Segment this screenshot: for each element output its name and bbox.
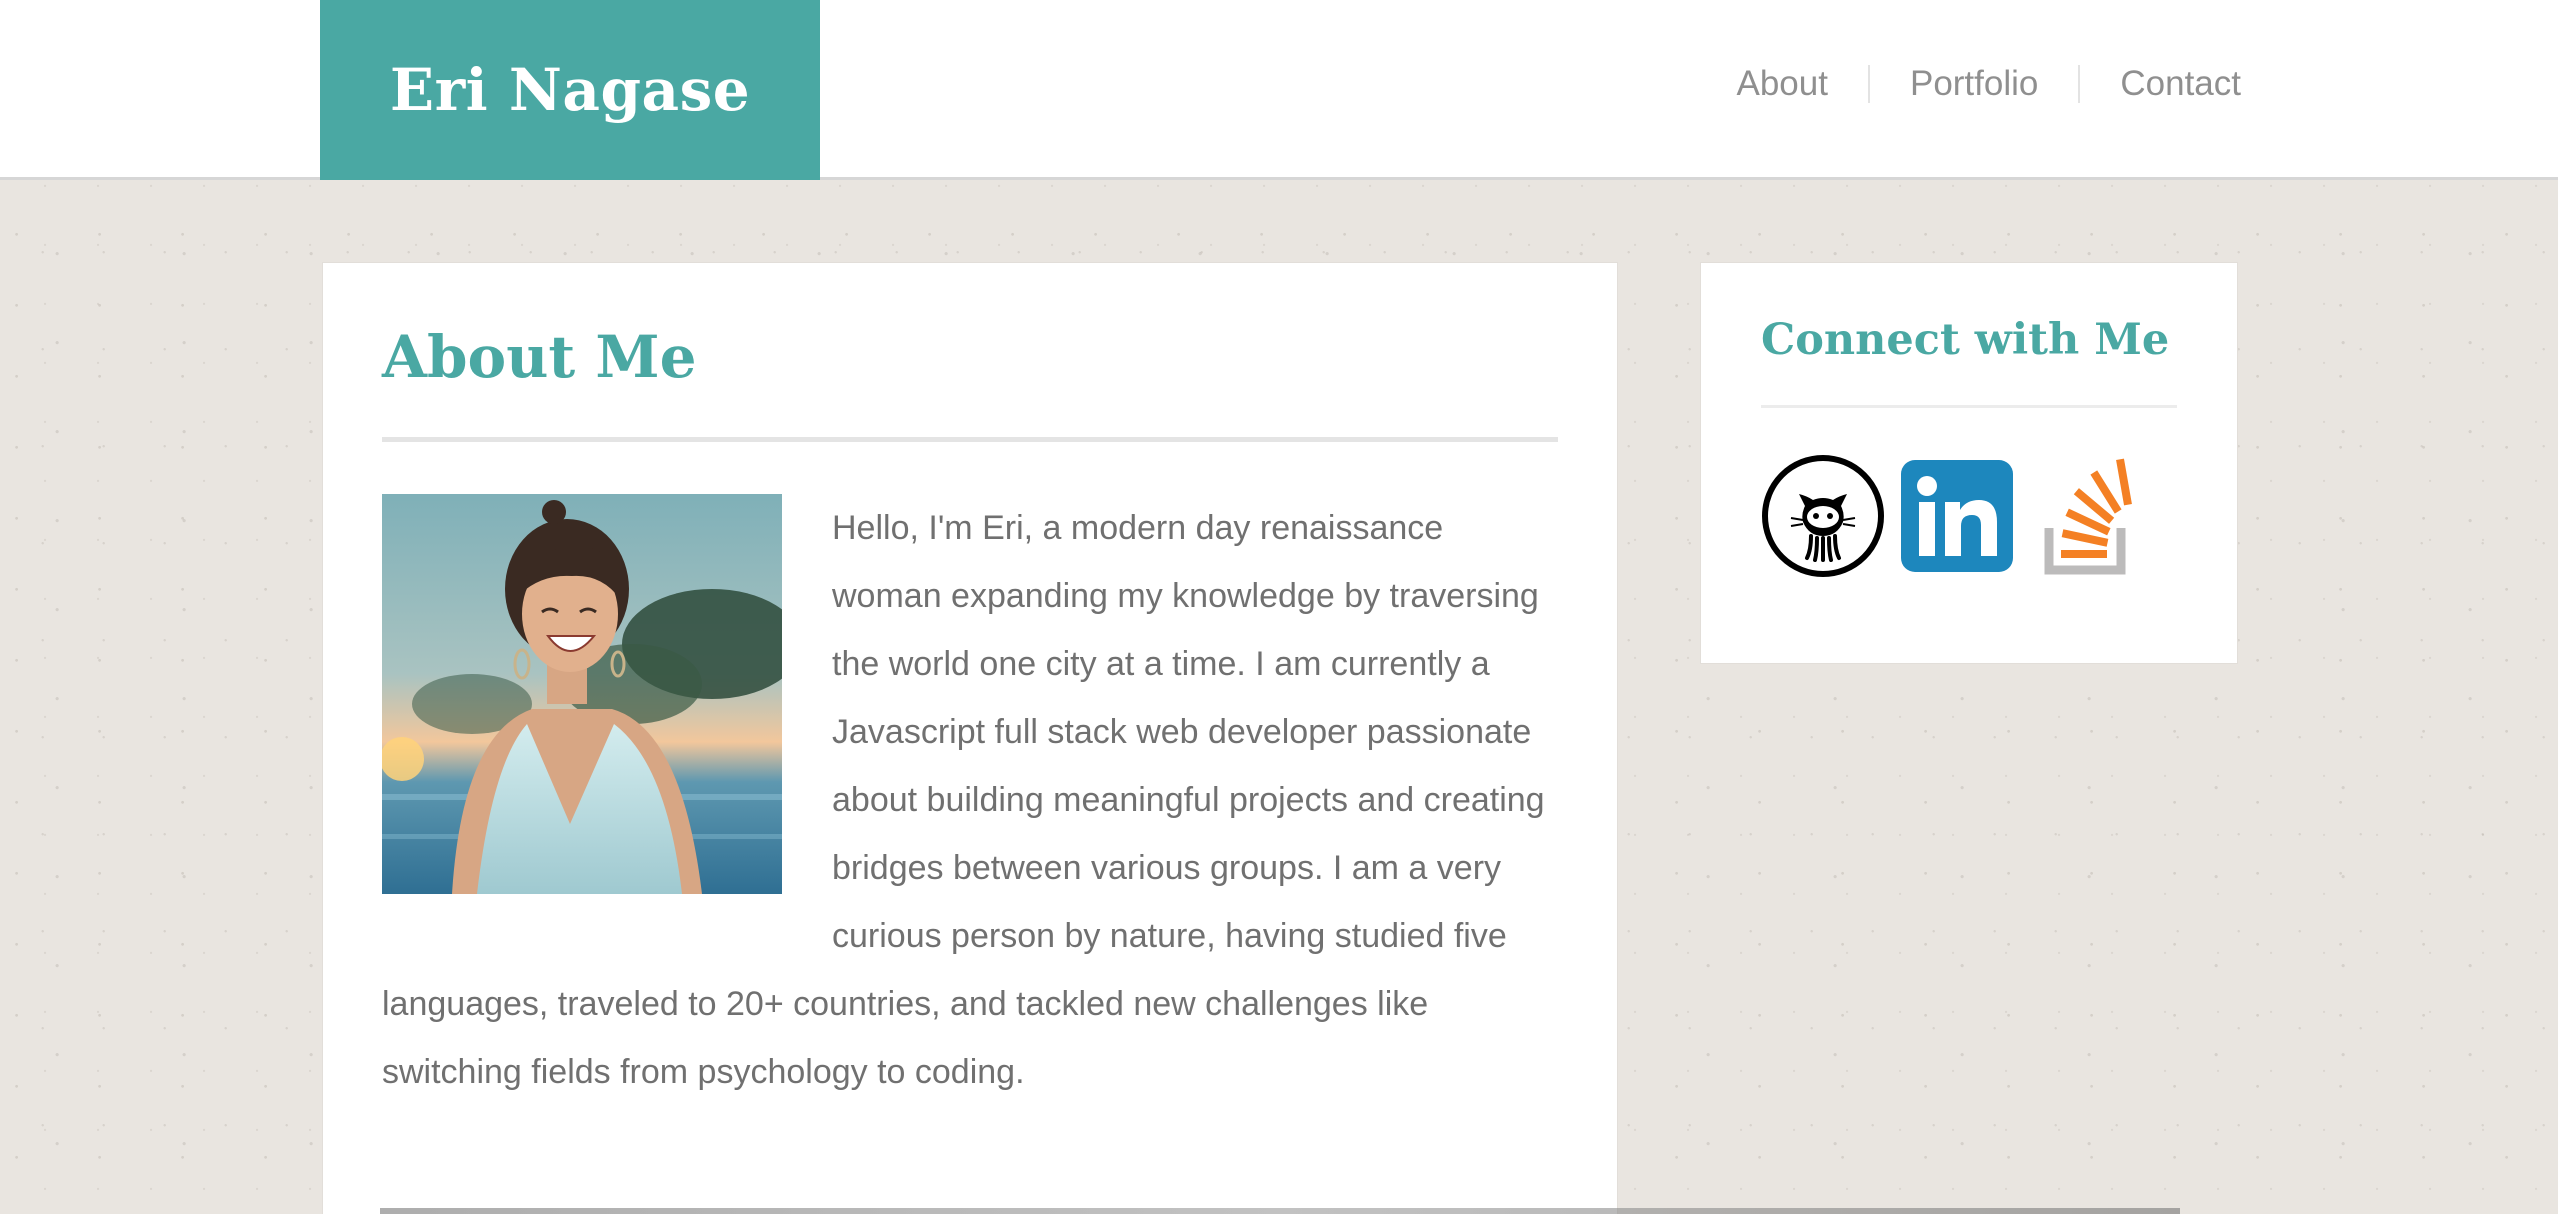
about-title: About Me: [382, 323, 697, 391]
about-section: About Me Hello, I'm Eri, a modern day re…: [322, 262, 1618, 1214]
social-links: [1761, 454, 2177, 578]
connect-divider: [1761, 404, 2177, 408]
stackoverflow-link[interactable]: [2029, 454, 2149, 578]
nav-contact[interactable]: Contact: [2078, 65, 2241, 103]
github-icon: [1762, 454, 1884, 577]
profile-photo: [382, 493, 782, 894]
brand-logo[interactable]: Eri Nagase: [320, 0, 820, 180]
about-divider: [382, 436, 1558, 442]
linkedin-icon: [1901, 459, 2013, 572]
about-body: Hello, I'm Eri, a modern day renaissance…: [382, 493, 1558, 1106]
main-nav: About Portfolio Contact: [1697, 0, 2241, 168]
github-link[interactable]: [1761, 454, 1885, 578]
nav-about[interactable]: About: [1697, 65, 1868, 103]
scroll-edge-shadow: [380, 1208, 2180, 1214]
stackoverflow-icon: [2044, 458, 2132, 575]
site-header: Eri Nagase About Portfolio Contact: [0, 0, 2558, 180]
connect-title: Connect with Me: [1761, 315, 2170, 365]
connect-section: Connect with Me: [1700, 262, 2238, 664]
brand-name: Eri Nagase: [389, 56, 751, 124]
nav-portfolio[interactable]: Portfolio: [1867, 65, 2078, 103]
linkedin-link[interactable]: [1899, 458, 2015, 574]
